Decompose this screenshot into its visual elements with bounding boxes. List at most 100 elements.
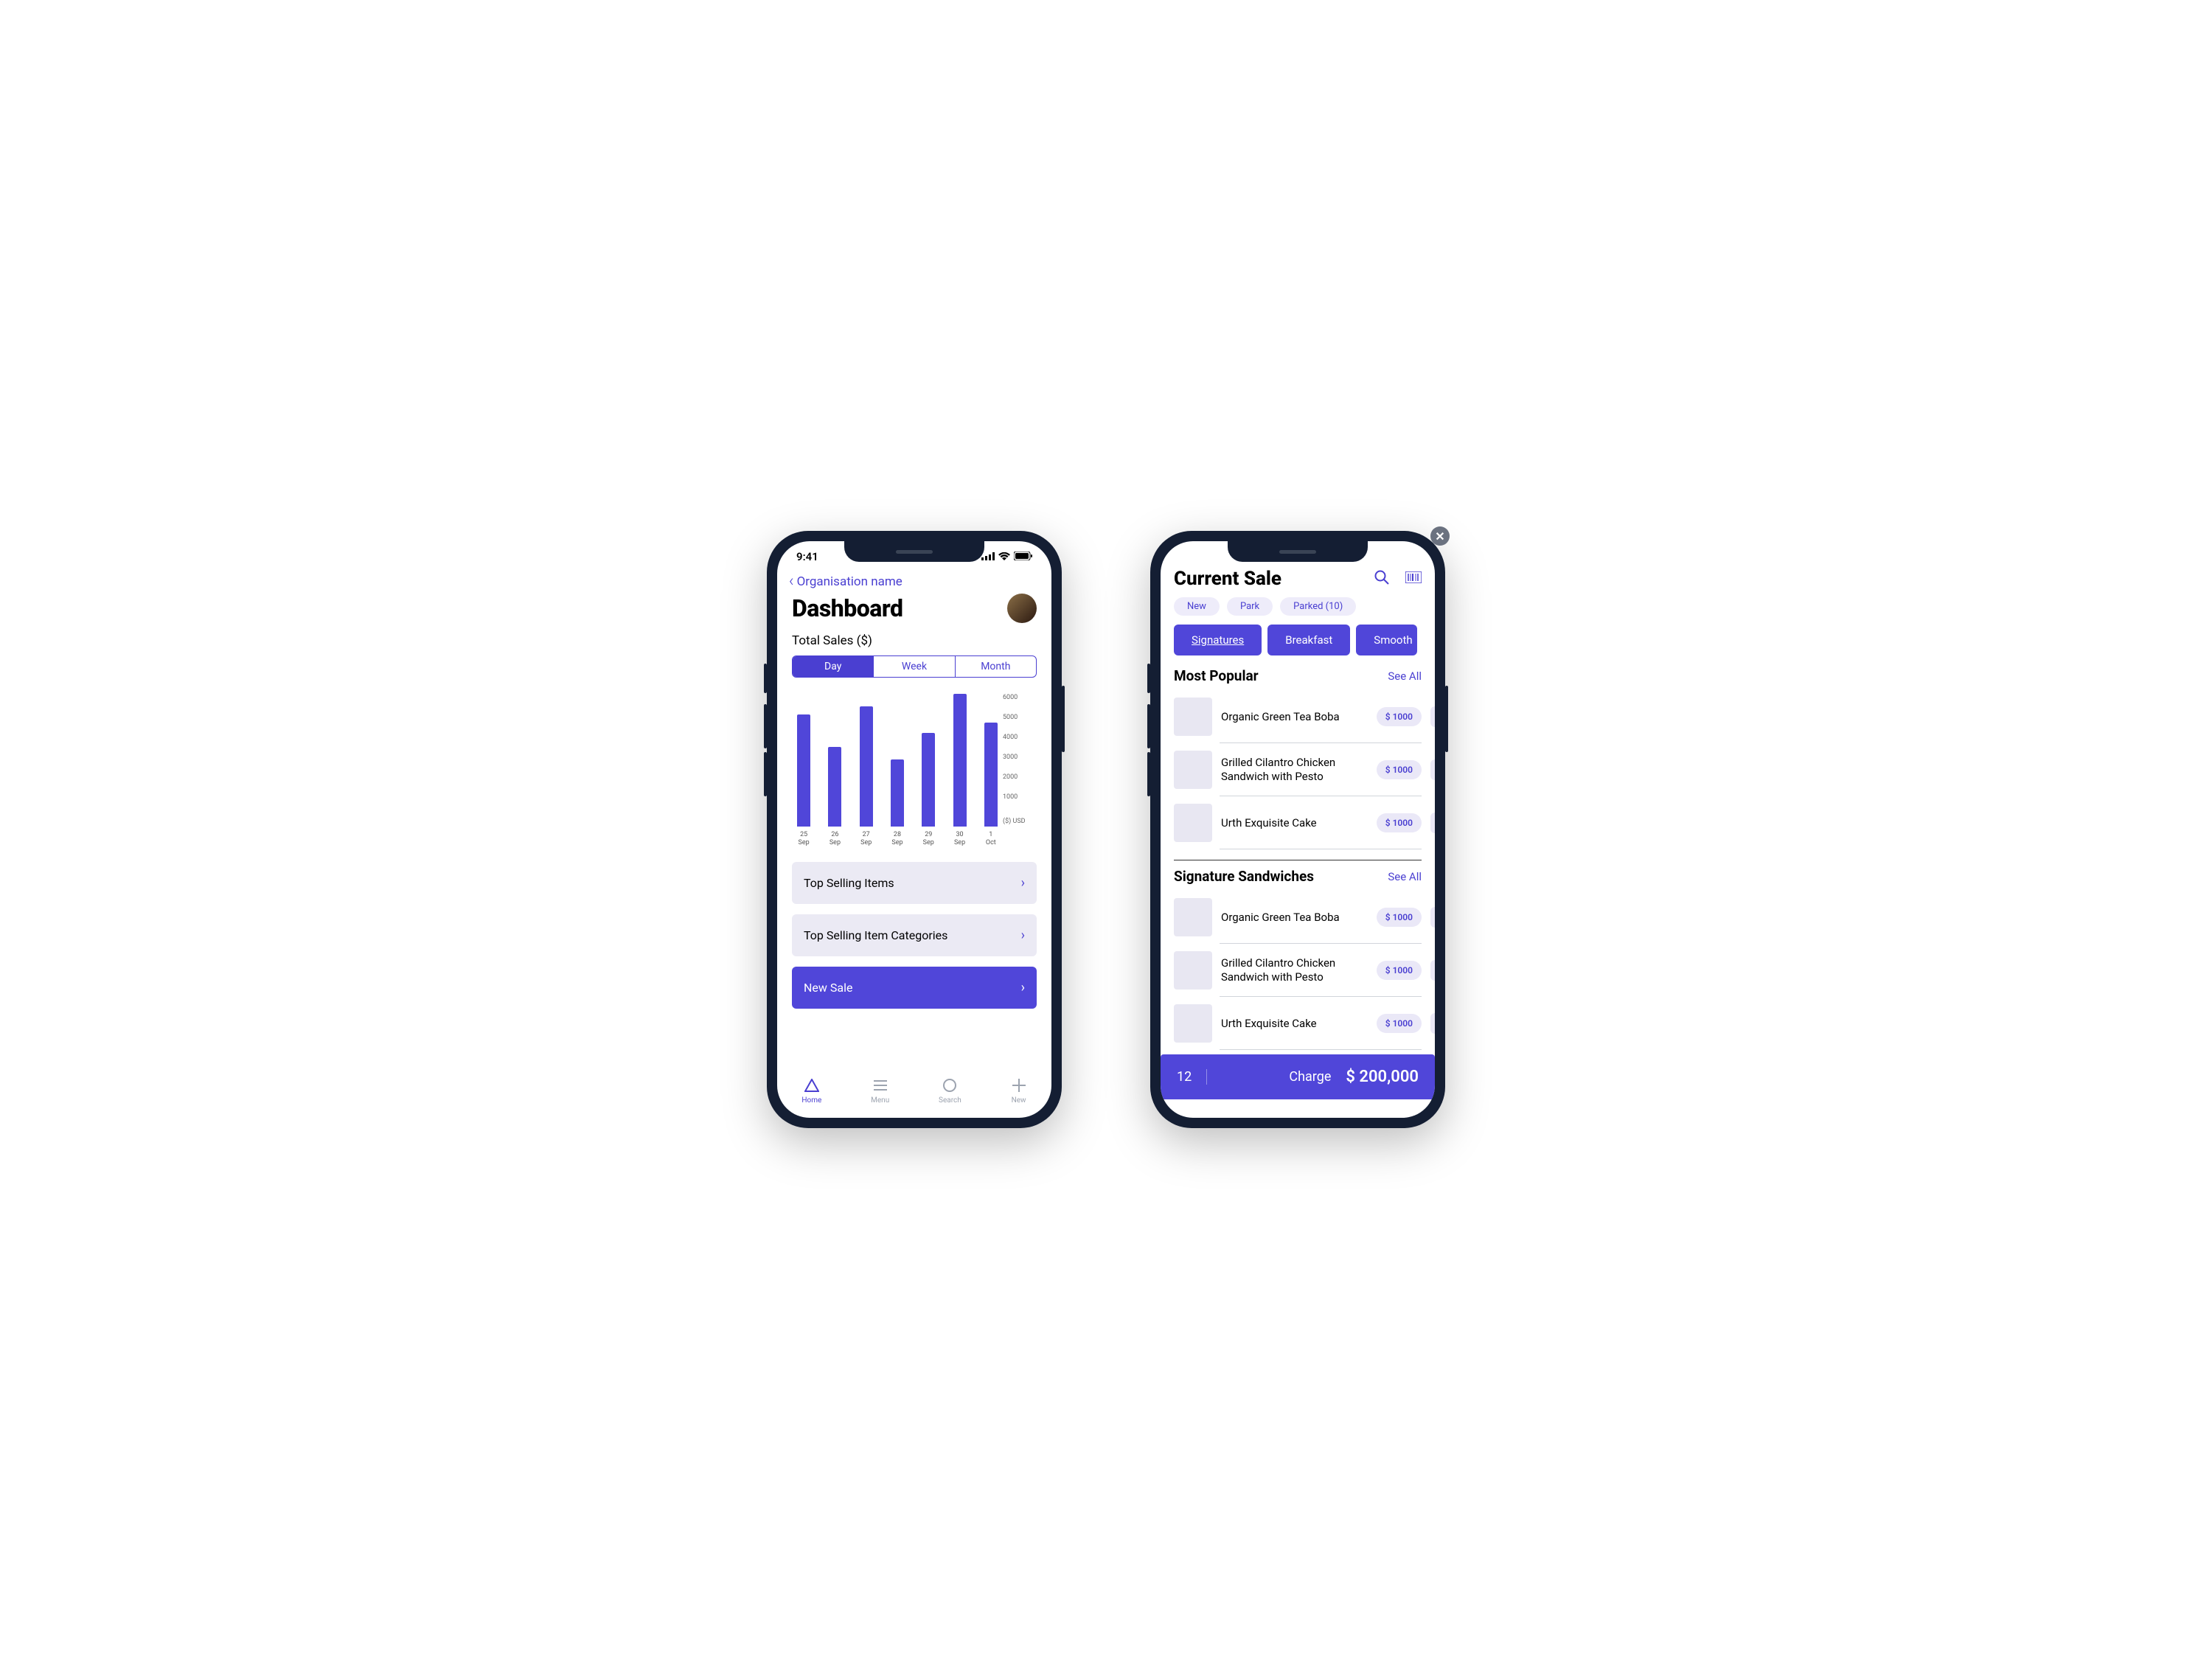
tab-search[interactable]: Search	[939, 1077, 961, 1105]
charge-amount: $ 200,000	[1346, 1068, 1419, 1086]
chevron-right-icon: ›	[1021, 980, 1025, 995]
bar-rect	[828, 747, 841, 827]
segment-day[interactable]: Day	[793, 656, 874, 677]
tab-home[interactable]: Home	[801, 1077, 821, 1105]
segment-control: Day Week Month	[792, 655, 1037, 678]
section-title: Signature Sandwiches	[1174, 868, 1314, 885]
product-name: Urth Exquisite Cake	[1221, 816, 1368, 830]
bar-rect	[860, 706, 873, 827]
chip-parked[interactable]: Parked (10)	[1280, 597, 1356, 616]
phone-mockup-dashboard: 9:41 ‹ Organisation name Dashboard Total…	[767, 531, 1062, 1128]
see-all-link[interactable]: See All	[1388, 669, 1422, 683]
bar-rect	[922, 733, 935, 827]
notch	[844, 541, 984, 562]
status-time: 9:41	[796, 550, 818, 563]
card-top-items[interactable]: Top Selling Items ›	[792, 862, 1037, 904]
product-name: Grilled Cilantro Chicken Sandwich with P…	[1221, 756, 1368, 784]
charge-bar[interactable]: 12 Charge $ 200,000	[1161, 1054, 1435, 1099]
tab-label: Menu	[871, 1096, 889, 1105]
back-link[interactable]: ‹ Organisation name	[789, 572, 1037, 591]
product-thumb	[1174, 898, 1212, 936]
product-row[interactable]: Urth Exquisite Cake $ 1000	[1174, 796, 1422, 849]
y-tick: 2000	[1003, 773, 1037, 781]
price-pill[interactable]: $ 1000	[1377, 813, 1422, 832]
peek-pill	[1430, 960, 1435, 981]
peek-pill	[1430, 907, 1435, 928]
plus-icon	[1011, 1077, 1027, 1093]
bar-chart: 25Sep26Sep27Sep28Sep29Sep30Sep1Oct 60005…	[792, 691, 1037, 847]
bar-column: 1Oct	[982, 723, 1000, 847]
volume-up	[1147, 704, 1150, 748]
product-thumb	[1174, 951, 1212, 990]
tab-label: Home	[801, 1096, 821, 1105]
volume-down	[1147, 752, 1150, 796]
bar-label: 29Sep	[923, 831, 934, 847]
price-pill[interactable]: $ 1000	[1377, 961, 1422, 980]
card-top-categories[interactable]: Top Selling Item Categories ›	[792, 914, 1037, 956]
y-tick: 4000	[1003, 734, 1037, 741]
power-button	[1445, 686, 1448, 752]
product-row[interactable]: Organic Green Tea Boba$ 1000	[1174, 891, 1422, 944]
bar-label: 1Oct	[986, 831, 996, 847]
product-thumb	[1174, 751, 1212, 789]
product-row[interactable]: Grilled Cilantro Chicken Sandwich with P…	[1174, 743, 1422, 796]
circle-icon	[942, 1077, 958, 1093]
bar-column: 25Sep	[795, 714, 813, 847]
price-pill[interactable]: $ 1000	[1377, 707, 1422, 726]
segment-month[interactable]: Month	[956, 656, 1036, 677]
bar-rect	[984, 723, 998, 827]
card-label: Top Selling Items	[804, 876, 894, 890]
product-thumb	[1174, 804, 1212, 842]
category-signatures[interactable]: Signatures	[1174, 625, 1262, 655]
product-thumb	[1174, 1004, 1212, 1043]
tab-label: Search	[939, 1096, 961, 1105]
close-icon[interactable]: ✕	[1430, 526, 1450, 546]
price-pill[interactable]: $ 1000	[1377, 760, 1422, 779]
price-pill[interactable]: $ 1000	[1377, 908, 1422, 927]
segment-week[interactable]: Week	[874, 656, 955, 677]
power-button	[1062, 686, 1065, 752]
category-smoothies[interactable]: Smooth	[1356, 625, 1416, 655]
category-breakfast[interactable]: Breakfast	[1267, 625, 1350, 655]
product-row[interactable]: Grilled Cilantro Chicken Sandwich with P…	[1174, 944, 1422, 997]
bar-rect	[953, 694, 967, 827]
mute-switch	[1147, 664, 1150, 693]
product-name: Organic Green Tea Boba	[1221, 710, 1368, 724]
card-label: New Sale	[804, 981, 852, 995]
volume-down	[764, 752, 767, 796]
product-name: Urth Exquisite Cake	[1221, 1017, 1368, 1031]
menu-icon	[872, 1077, 888, 1093]
tab-bar: Home Menu Search New	[777, 1069, 1051, 1118]
chip-park[interactable]: Park	[1227, 597, 1273, 616]
chevron-left-icon: ‹	[789, 572, 794, 591]
y-tick: 6000	[1003, 694, 1037, 701]
product-row[interactable]: Organic Green Tea Boba $ 1000	[1174, 690, 1422, 743]
tab-new[interactable]: New	[1011, 1077, 1027, 1105]
bar-column: 30Sep	[950, 694, 968, 847]
bar-column: 26Sep	[826, 747, 844, 847]
barcode-icon[interactable]	[1405, 571, 1422, 586]
see-all-link[interactable]: See All	[1388, 870, 1422, 883]
chevron-right-icon: ›	[1021, 928, 1025, 943]
home-icon	[804, 1077, 820, 1093]
phone-mockup-sale: ✕ Current Sale New Park Parked (10) Sign…	[1150, 531, 1445, 1128]
section-title: Most Popular	[1174, 667, 1259, 684]
price-pill[interactable]: $ 1000	[1377, 1014, 1422, 1033]
bar-label: 26Sep	[830, 831, 841, 847]
y-tick: 1000	[1003, 793, 1037, 801]
wifi-icon	[998, 550, 1010, 563]
bar-column: 28Sep	[888, 759, 906, 847]
bar-label: 27Sep	[860, 831, 872, 847]
card-new-sale[interactable]: New Sale ›	[792, 967, 1037, 1009]
tab-menu[interactable]: Menu	[871, 1077, 889, 1105]
product-thumb	[1174, 698, 1212, 736]
y-tick: 3000	[1003, 754, 1037, 761]
search-icon[interactable]	[1374, 570, 1389, 588]
charge-label: Charge	[1289, 1069, 1331, 1085]
page-title: Dashboard	[792, 594, 902, 622]
bar-rect	[797, 714, 810, 827]
product-row[interactable]: Urth Exquisite Cake $ 1000	[1174, 997, 1422, 1050]
avatar[interactable]	[1007, 594, 1037, 623]
peek-pill	[1430, 1013, 1435, 1034]
chip-new[interactable]: New	[1174, 597, 1220, 616]
